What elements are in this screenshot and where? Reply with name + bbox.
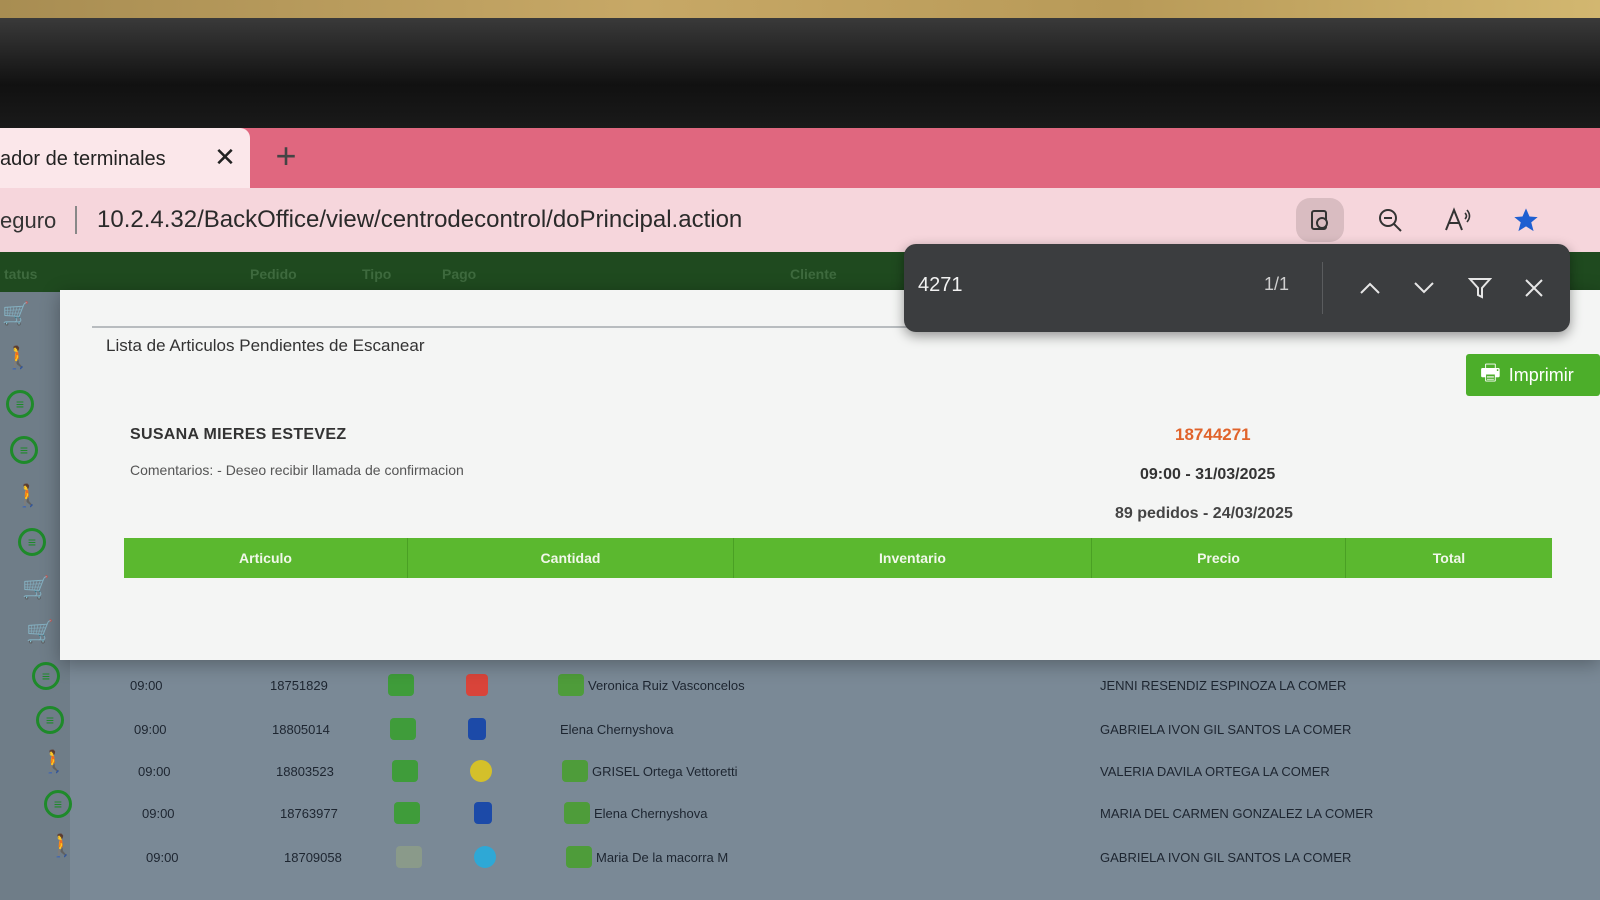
row-client[interactable]: Veronica Ruiz Vasconcelos xyxy=(588,678,745,693)
row-client[interactable]: Elena Chernyshova xyxy=(560,722,673,737)
modal-divider xyxy=(92,326,912,328)
orders-info: 89 pedidos - 24/03/2025 xyxy=(1115,505,1293,522)
read-aloud-icon[interactable] xyxy=(1434,198,1482,242)
row-order: 18805014 xyxy=(272,722,330,737)
delivery-truck-icon xyxy=(390,718,416,740)
col-articulo: Articulo xyxy=(124,538,408,578)
address-bar: eguro 10.2.4.32/BackOffice/view/centrode… xyxy=(0,188,1600,252)
header-status: tatus xyxy=(4,266,38,282)
order-row[interactable]: 09:00 18763977 Elena Chernyshova MARIA D… xyxy=(70,794,1600,834)
paypal-icon xyxy=(474,802,492,824)
delivery-slot: 09:00 - 31/03/2025 xyxy=(1140,466,1276,483)
tab-strip: ador de terminales ✕ + xyxy=(0,128,1600,188)
list-status-icon: ≡ xyxy=(10,436,38,464)
walker-icon: 🚶 xyxy=(40,749,68,774)
col-cantidad: Cantidad xyxy=(408,538,734,578)
zoom-out-icon[interactable] xyxy=(1366,198,1414,242)
close-icon[interactable] xyxy=(1514,268,1554,308)
order-row[interactable]: 09:00 18751829 Veronica Ruiz Vasconcelos… xyxy=(70,666,1600,706)
pending-items-modal: Lista de Articulos Pendientes de Escanea… xyxy=(60,290,1600,660)
row-time: 09:00 xyxy=(130,678,163,693)
row-picker: MARIA DEL CARMEN GONZALEZ LA COMER xyxy=(1100,806,1374,821)
cart-icon: 🛒 xyxy=(26,619,54,644)
row-time: 09:00 xyxy=(138,764,171,779)
row-time: 09:00 xyxy=(134,722,167,737)
store-icon xyxy=(562,760,588,782)
row-time: 09:00 xyxy=(142,806,175,821)
favorite-star-icon[interactable] xyxy=(1502,198,1550,242)
customer-name: SUSANA MIERES ESTEVEZ xyxy=(130,426,347,443)
row-picker: JENNI RESENDIZ ESPINOZA LA COMER xyxy=(1100,678,1347,693)
header-payment: Pago xyxy=(442,266,477,282)
order-row[interactable]: 09:00 18803523 GRISEL Ortega Vettoretti … xyxy=(70,752,1600,792)
row-order: 18751829 xyxy=(270,678,328,693)
order-row[interactable]: 09:00 18709058 Maria De la macorra M GAB… xyxy=(70,838,1600,878)
delivery-truck-icon xyxy=(392,760,418,782)
row-client[interactable]: GRISEL Ortega Vettoretti xyxy=(592,764,737,779)
list-status-icon: ≡ xyxy=(18,528,46,556)
wallet-icon xyxy=(474,846,496,868)
new-tab-button[interactable]: + xyxy=(268,138,304,174)
browser-tab[interactable]: ador de terminales ✕ xyxy=(0,128,250,188)
header-type: Tipo xyxy=(362,266,392,282)
security-label[interactable]: eguro xyxy=(0,208,56,234)
row-order: 18763977 xyxy=(280,806,338,821)
row-client[interactable]: Maria De la macorra M xyxy=(596,850,728,865)
app-available-icon[interactable] xyxy=(1296,198,1344,242)
find-match-count: 1/1 xyxy=(1264,274,1290,294)
coin-icon xyxy=(470,760,492,782)
paypal-icon xyxy=(468,718,486,740)
store-icon xyxy=(566,846,592,868)
printer-icon: 🖶 xyxy=(1480,360,1501,385)
store-icon xyxy=(564,802,590,824)
find-divider xyxy=(1322,262,1323,314)
delivery-truck-icon xyxy=(394,802,420,824)
order-comments: Comentarios: - Deseo recibir llamada de … xyxy=(130,462,464,478)
monitor-bezel xyxy=(0,18,1600,130)
delivery-truck-icon xyxy=(388,674,414,696)
list-status-icon: ≡ xyxy=(32,662,60,690)
row-order: 18803523 xyxy=(276,764,334,779)
row-time: 09:00 xyxy=(146,850,179,865)
tab-title: ador de terminales xyxy=(0,148,166,170)
address-divider xyxy=(75,206,77,234)
header-order: Pedido xyxy=(250,266,297,282)
chevron-up-icon[interactable] xyxy=(1350,268,1390,308)
row-picker: VALERIA DAVILA ORTEGA LA COMER xyxy=(1100,764,1330,779)
desk-background xyxy=(0,0,1600,20)
order-row[interactable]: 09:00 18805014 Elena Chernyshova GABRIEL… xyxy=(70,710,1600,750)
chevron-down-icon[interactable] xyxy=(1404,268,1444,308)
store-icon xyxy=(558,674,584,696)
walker-icon: 🚶 xyxy=(4,345,32,370)
row-picker: GABRIELA IVON GIL SANTOS LA COMER xyxy=(1100,850,1352,865)
row-client[interactable]: Elena Chernyshova xyxy=(594,806,707,821)
row-picker: GABRIELA IVON GIL SANTOS LA COMER xyxy=(1100,722,1352,737)
col-inventario: Inventario xyxy=(734,538,1092,578)
close-tab-icon[interactable]: ✕ xyxy=(210,142,240,172)
cart-icon: 🛒 xyxy=(2,301,30,326)
list-status-icon: ≡ xyxy=(36,706,64,734)
payment-card-icon xyxy=(466,674,488,696)
list-status-icon: ≡ xyxy=(6,390,34,418)
print-label: Imprimir xyxy=(1508,364,1574,385)
list-status-icon: ≡ xyxy=(44,790,72,818)
walker-icon: 🚶 xyxy=(14,483,42,508)
col-total: Total xyxy=(1432,550,1466,566)
order-number: 18744271 xyxy=(1175,425,1251,444)
url-field[interactable]: 10.2.4.32/BackOffice/view/centrodecontro… xyxy=(97,206,742,234)
filter-icon[interactable] xyxy=(1460,268,1500,308)
print-button[interactable]: 🖶 Imprimir xyxy=(1466,354,1600,396)
pickup-icon xyxy=(396,846,422,868)
cart-icon: 🛒 xyxy=(22,575,50,600)
find-in-page-bar: 4271 1/1 xyxy=(904,244,1570,332)
find-input[interactable]: 4271 xyxy=(918,274,963,297)
header-client: Cliente xyxy=(790,266,837,282)
row-order: 18709058 xyxy=(284,850,342,865)
modal-title: Lista de Articulos Pendientes de Escanea… xyxy=(106,336,425,355)
items-table-header: Articulo Cantidad Inventario Precio Tota… xyxy=(124,538,1552,578)
col-precio: Precio xyxy=(1092,538,1346,578)
